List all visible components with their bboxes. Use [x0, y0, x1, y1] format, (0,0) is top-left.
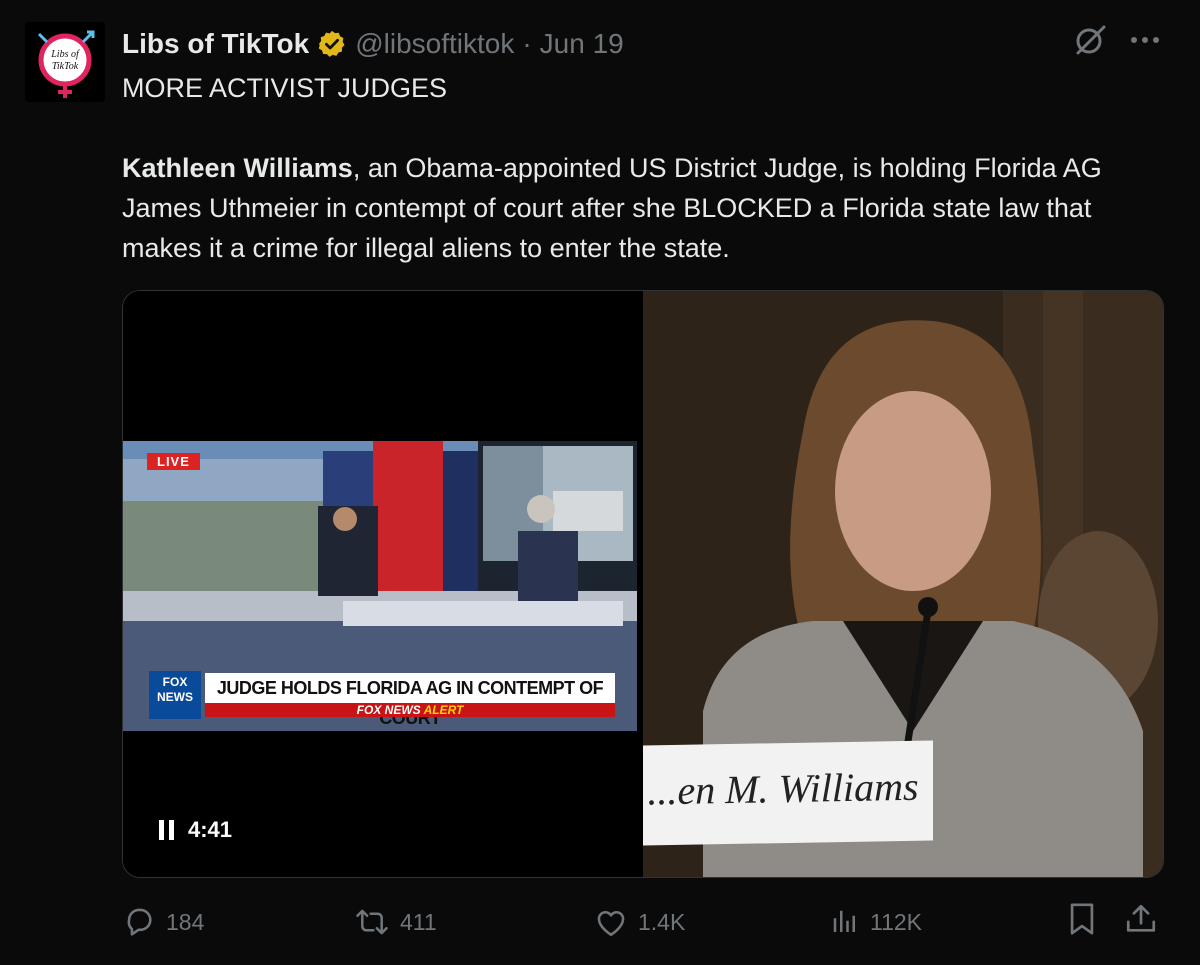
like-button[interactable]: 1.4K [594, 906, 685, 938]
tweet-date[interactable]: Jun 19 [540, 28, 624, 60]
video-left-pane: LIVE FOX NEWS JUDGE HOLDS FLORIDA AG IN … [123, 291, 643, 877]
fox-news-logo: FOX NEWS [149, 671, 201, 719]
repost-button[interactable]: 411 [354, 905, 437, 939]
tweet-headline: MORE ACTIVIST JUDGES [122, 73, 448, 103]
alert-word: ALERT [423, 703, 464, 717]
chyron-headline: JUDGE HOLDS FLORIDA AG IN CONTEMPT OF CO… [205, 673, 615, 728]
tweet-top-actions [1072, 22, 1160, 58]
author-avatar[interactable]: Libs of TikTok [25, 22, 105, 102]
share-icon[interactable] [1124, 902, 1158, 942]
tweet-body: Kathleen Williams, an Obama-appointed US… [122, 148, 1142, 268]
video-right-pane: ...en M. Williams [643, 291, 1163, 877]
more-icon[interactable] [1130, 35, 1160, 45]
reply-button[interactable]: 184 [122, 905, 204, 939]
pause-icon[interactable] [159, 820, 174, 840]
alert-prefix: FOX NEWS [356, 703, 421, 717]
grok-icon[interactable] [1072, 22, 1108, 58]
tweet-header: Libs of TikTok @libsoftiktok · Jun 19 [122, 24, 624, 64]
svg-text:TikTok: TikTok [52, 61, 79, 72]
chyron-alert: FOX NEWS ALERT [205, 703, 615, 717]
reply-count: 184 [166, 908, 205, 935]
news-broadcast-frame: LIVE FOX NEWS JUDGE HOLDS FLORIDA AG IN … [123, 441, 637, 731]
judge-nameplate: ...en M. Williams [643, 740, 933, 846]
author-display-name[interactable]: Libs of TikTok [122, 28, 309, 60]
verified-badge-icon[interactable] [317, 29, 347, 59]
tweet-text: MORE ACTIVIST JUDGES Kathleen Williams, … [122, 68, 1142, 268]
news-chyron: FOX NEWS JUDGE HOLDS FLORIDA AG IN CONTE… [149, 671, 615, 728]
views-count: 112K [870, 908, 923, 935]
bookmark-icon[interactable] [1066, 902, 1098, 942]
engagement-bar: 184 411 1.4K 112K [122, 898, 1162, 946]
svg-text:Libs of: Libs of [50, 49, 80, 60]
repost-icon [354, 905, 390, 939]
tweet-body-name: Kathleen Williams [122, 153, 353, 183]
video-duration: 4:41 [188, 817, 233, 842]
views-icon [830, 907, 860, 937]
author-handle[interactable]: @libsoftiktok [355, 28, 514, 60]
live-badge: LIVE [147, 453, 200, 470]
header-separator: · [522, 28, 532, 59]
video-controls: 4:41 [159, 817, 232, 843]
repost-count: 411 [400, 908, 437, 935]
nameplate-text: ...en M. Williams [647, 763, 919, 814]
like-icon [594, 906, 628, 938]
views-button[interactable]: 112K [830, 907, 922, 937]
reply-icon [122, 905, 156, 939]
avatar-logo: Libs of TikTok [25, 22, 105, 102]
like-count: 1.4K [638, 908, 686, 935]
video-player[interactable]: LIVE FOX NEWS JUDGE HOLDS FLORIDA AG IN … [122, 290, 1164, 878]
